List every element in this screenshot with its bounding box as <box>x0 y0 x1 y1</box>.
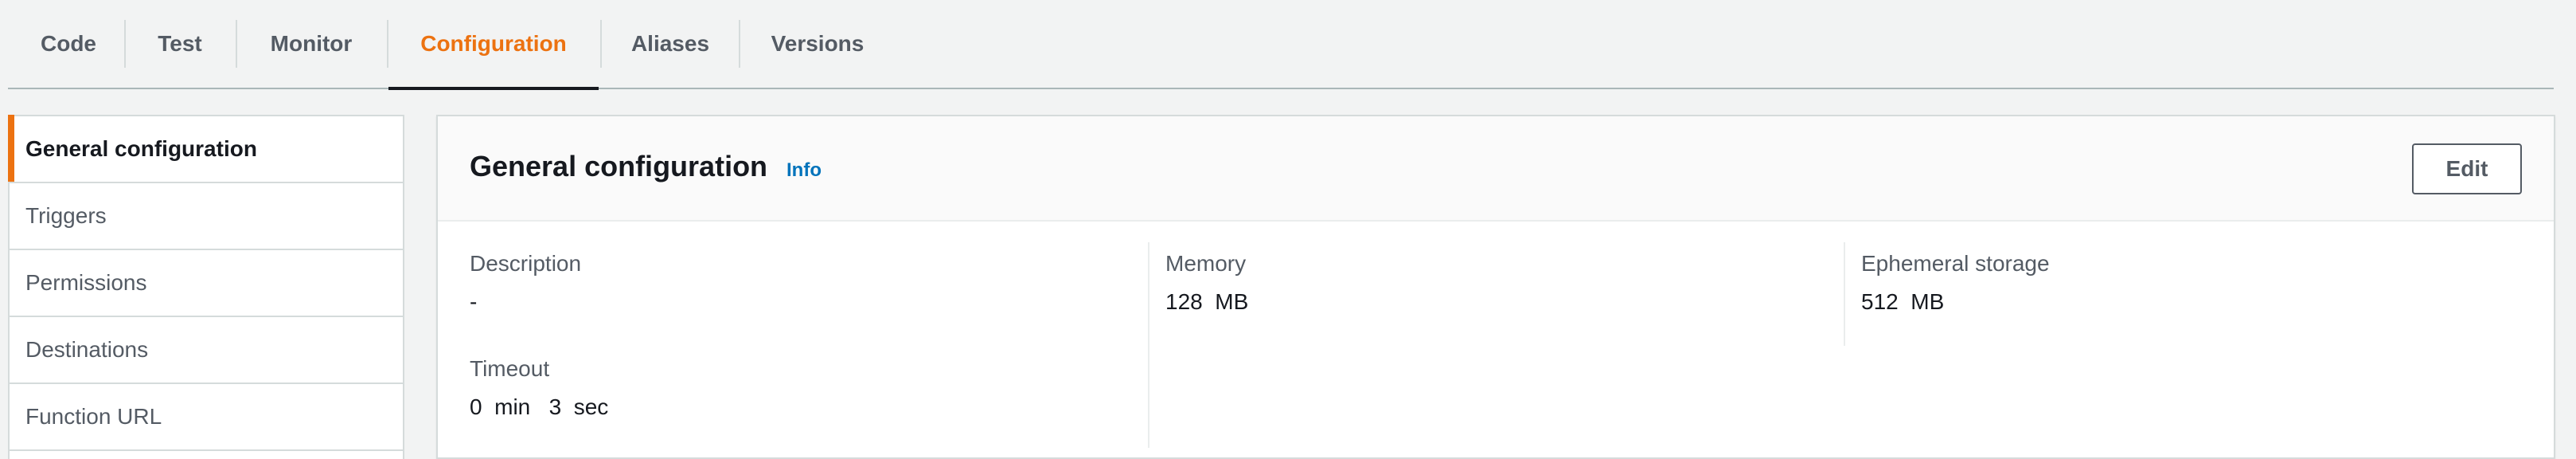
tab-monitor[interactable]: Monitor <box>237 0 385 88</box>
panel-header: General configuration Info Edit <box>438 116 2554 222</box>
tab-versions[interactable]: Versions <box>740 0 895 88</box>
description-field: Description - <box>470 250 581 316</box>
panel-title: General configuration <box>470 150 768 182</box>
timeout-value: 0 min 3 sec <box>470 394 609 419</box>
tab-bar: Code Test Monitor Configuration Aliases … <box>8 0 2554 90</box>
info-link[interactable]: Info <box>786 159 822 182</box>
timeout-field: Timeout 0 min 3 sec <box>470 355 608 421</box>
memory-value: 128 MB <box>1165 289 1249 314</box>
sidebar-item-permissions[interactable]: Permissions <box>10 250 403 317</box>
sidebar-item-destinations[interactable]: Destinations <box>10 317 403 384</box>
memory-field: Memory 128 MB <box>1165 250 1248 316</box>
column-divider <box>1148 242 1149 448</box>
tab-test[interactable]: Test <box>126 0 234 88</box>
tab-code[interactable]: Code <box>13 0 124 88</box>
ephemeral-storage-label: Ephemeral storage <box>1861 251 2050 276</box>
edit-button[interactable]: Edit <box>2412 143 2522 194</box>
column-divider <box>1844 242 1845 346</box>
general-configuration-panel: General configuration Info Edit Descript… <box>436 115 2555 459</box>
ephemeral-storage-field: Ephemeral storage 512 MB <box>1861 250 2050 316</box>
description-label: Description <box>470 251 582 276</box>
sidebar-item-function-url[interactable]: Function URL <box>10 384 403 451</box>
sidebar-item-triggers[interactable]: Triggers <box>10 183 403 250</box>
tab-configuration[interactable]: Configuration <box>388 0 599 90</box>
configuration-sidebar: General configuration Triggers Permissio… <box>8 115 404 459</box>
description-value: - <box>470 289 478 314</box>
memory-label: Memory <box>1165 251 1247 276</box>
ephemeral-storage-value: 512 MB <box>1861 289 1945 314</box>
sidebar-item-general-configuration[interactable]: General configuration <box>8 115 403 183</box>
tab-aliases[interactable]: Aliases <box>602 0 739 88</box>
timeout-label: Timeout <box>470 356 550 381</box>
